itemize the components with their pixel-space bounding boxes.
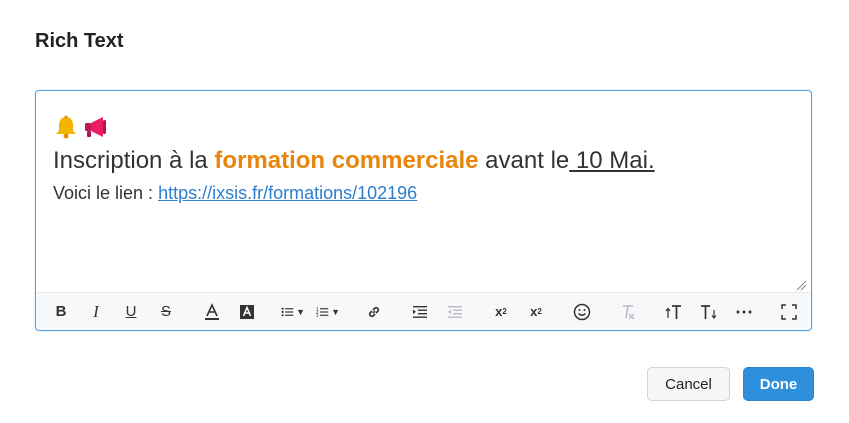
line-middle: avant le: [478, 147, 570, 174]
done-button[interactable]: Done: [743, 367, 814, 401]
rich-text-editor[interactable]: Inscription à la formation commerciale a…: [35, 90, 812, 331]
fullscreen-icon[interactable]: [777, 299, 801, 325]
subscript-icon[interactable]: x2: [489, 299, 513, 325]
italic-icon[interactable]: I: [84, 299, 108, 325]
bell-icon: [53, 115, 79, 139]
line-height-icon[interactable]: [697, 299, 721, 325]
highlighted-text: formation commerciale: [214, 147, 479, 174]
line-prefix: Inscription à la: [53, 147, 215, 174]
announcement-line: Inscription à la formation commerciale a…: [53, 147, 797, 175]
cancel-button[interactable]: Cancel: [647, 367, 730, 401]
bullet-list-icon[interactable]: ▼: [281, 299, 305, 325]
link-line: Voici le lien : https://ixsis.fr/formati…: [53, 183, 797, 204]
link-label: Voici le lien :: [53, 183, 159, 203]
outdent-icon[interactable]: [443, 299, 467, 325]
indent-icon[interactable]: [408, 299, 432, 325]
font-size-icon[interactable]: [662, 299, 686, 325]
clear-format-icon[interactable]: [616, 299, 640, 325]
date-text: 10 Mai.: [569, 147, 655, 174]
strikethrough-icon[interactable]: S: [154, 299, 178, 325]
editor-content[interactable]: Inscription à la formation commerciale a…: [53, 113, 797, 204]
superscript-icon[interactable]: x2: [524, 299, 548, 325]
formation-link[interactable]: https://ixsis.fr/formations/102196: [158, 183, 417, 203]
numbered-list-icon[interactable]: 1 2 3 ▼: [316, 299, 340, 325]
resize-handle-icon[interactable]: [795, 278, 807, 291]
editor-toolbar: B I U S ▼ 1 2 3 ▼ x2 x2: [36, 292, 811, 330]
megaphone-icon: [83, 115, 109, 139]
emoji-row: [53, 113, 797, 141]
underline-icon[interactable]: U: [119, 299, 143, 325]
more-icon[interactable]: [732, 299, 756, 325]
svg-text:3: 3: [316, 312, 319, 317]
link-icon[interactable]: [362, 299, 386, 325]
emoji-icon[interactable]: [570, 299, 594, 325]
bold-icon[interactable]: B: [49, 299, 73, 325]
font-color-icon[interactable]: [200, 299, 224, 325]
dialog-title: Rich Text: [35, 30, 124, 52]
background-color-icon[interactable]: [235, 299, 259, 325]
